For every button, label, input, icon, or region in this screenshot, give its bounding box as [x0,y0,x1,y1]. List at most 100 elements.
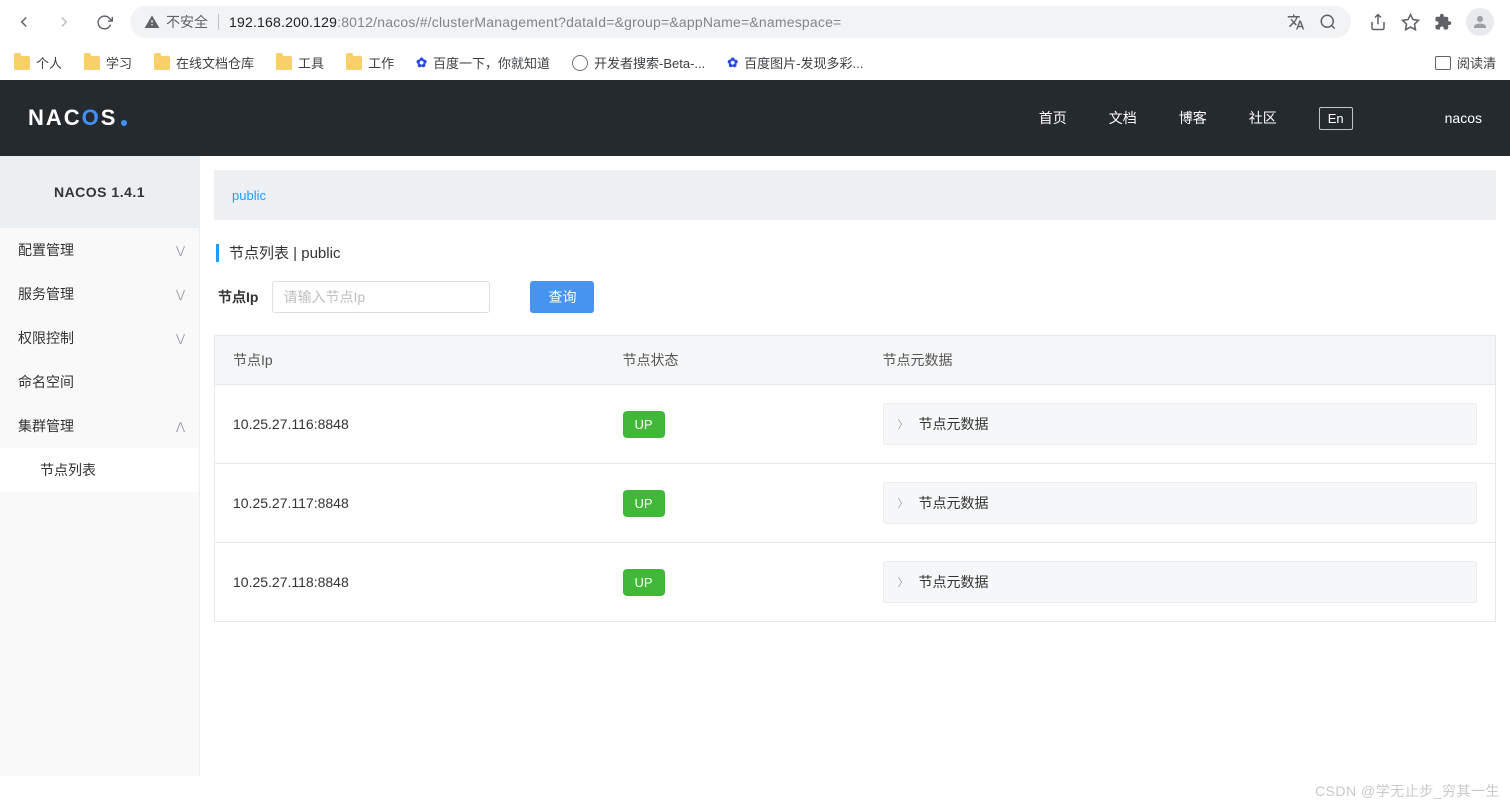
page-title: 节点列表 | public [229,242,340,263]
share-icon[interactable] [1369,13,1387,31]
translate-icon[interactable] [1287,13,1305,31]
bookmark-folder[interactable]: 学习 [84,53,132,72]
cell-status: UP [605,543,865,622]
address-bar[interactable]: 不安全 192.168.200.129:8012/nacos/#/cluster… [130,6,1351,38]
table-row: 10.25.27.116:8848 UP 〉 节点元数据 [215,385,1496,464]
meta-label: 节点元数据 [919,493,989,513]
search-row: 节点Ip 查询 [218,281,1496,313]
forward-button[interactable] [50,8,78,36]
back-button[interactable] [10,8,38,36]
logo[interactable]: NACOS [28,105,127,131]
cell-ip: 10.25.27.116:8848 [215,385,605,464]
folder-icon [14,56,30,70]
folder-icon [276,56,292,70]
list-icon [1435,56,1451,70]
nav-community[interactable]: 社区 [1249,108,1277,128]
node-ip-input[interactable] [272,281,490,313]
table-row: 10.25.27.117:8848 UP 〉 节点元数据 [215,464,1496,543]
bookmark-folder[interactable]: 工具 [276,53,324,72]
bookmark-link[interactable]: ✿百度一下，你就知道 [416,53,550,72]
sidebar-item-cluster[interactable]: 集群管理 ⋀ [0,404,199,448]
url-text: 192.168.200.129:8012/nacos/#/clusterMana… [229,14,841,30]
bookmark-link[interactable]: 开发者搜索-Beta-... [572,53,705,72]
chevron-down-icon: ⋁ [176,288,185,301]
node-table: 节点Ip 节点状态 节点元数据 10.25.27.116:8848 UP 〉 节… [214,335,1496,622]
meta-expand[interactable]: 〉 节点元数据 [883,482,1478,524]
content: public 节点列表 | public 节点Ip 查询 节点Ip 节点状态 节… [200,156,1510,776]
sidebar-item-service[interactable]: 服务管理 ⋁ [0,272,199,316]
th-ip: 节点Ip [215,336,605,385]
cell-meta: 〉 节点元数据 [865,385,1496,464]
bookmark-link[interactable]: ✿百度图片-发现多彩... [727,53,863,72]
status-badge: UP [623,569,665,596]
browser-toolbar: 不安全 192.168.200.129:8012/nacos/#/cluster… [0,0,1510,44]
namespace-tab-public[interactable]: public [232,188,266,203]
chevron-down-icon: ⋁ [176,244,185,257]
accent-bar-icon [216,244,219,262]
bookmark-folder[interactable]: 在线文档仓库 [154,53,254,72]
table-row: 10.25.27.118:8848 UP 〉 节点元数据 [215,543,1496,622]
extensions-icon[interactable] [1434,13,1452,31]
security-label: 不安全 [166,12,208,32]
sidebar-sub-label: 节点列表 [40,460,96,480]
chevron-down-icon: ⋁ [176,332,185,345]
page-header: 节点列表 | public [216,242,1494,263]
sidebar-item-label: 服务管理 [18,284,74,304]
chevron-up-icon: ⋀ [176,420,185,433]
cell-ip: 10.25.27.118:8848 [215,543,605,622]
sidebar-sub-nodelist[interactable]: 节点列表 [0,448,199,492]
reload-button[interactable] [90,8,118,36]
th-meta: 节点元数据 [865,336,1496,385]
sidebar-item-auth[interactable]: 权限控制 ⋁ [0,316,199,360]
sidebar-item-namespace[interactable]: 命名空间 [0,360,199,404]
reading-list[interactable]: 阅读清 [1435,53,1496,72]
nav-docs[interactable]: 文档 [1109,108,1137,128]
bookmark-bar: 个人 学习 在线文档仓库 工具 工作 ✿百度一下，你就知道 开发者搜索-Beta… [0,44,1510,80]
sidebar-item-label: 集群管理 [18,416,74,436]
paw-icon: ✿ [416,55,427,71]
th-status: 节点状态 [605,336,865,385]
logo-dot-icon [121,120,127,126]
watermark: CSDN @学无止步_穷其一生 [1315,781,1500,801]
bookmark-folder[interactable]: 个人 [14,53,62,72]
chevron-right-icon: 〉 [898,495,909,511]
profile-avatar[interactable] [1466,8,1494,36]
security-indicator[interactable]: 不安全 [144,12,208,32]
nav-blog[interactable]: 博客 [1179,108,1207,128]
zoom-icon[interactable] [1319,13,1337,31]
status-badge: UP [623,411,665,438]
folder-icon [84,56,100,70]
search-button[interactable]: 查询 [530,281,594,313]
nav-home[interactable]: 首页 [1039,108,1067,128]
status-badge: UP [623,490,665,517]
sidebar: NACOS 1.4.1 配置管理 ⋁ 服务管理 ⋁ 权限控制 ⋁ 命名空间 集群… [0,156,200,776]
bookmark-folder[interactable]: 工作 [346,53,394,72]
meta-expand[interactable]: 〉 节点元数据 [883,403,1478,445]
header-nav: 首页 文档 博客 社区 En nacos [1039,107,1482,130]
folder-icon [346,56,362,70]
warning-icon [144,14,160,30]
star-icon[interactable] [1401,13,1420,32]
sidebar-item-label: 权限控制 [18,328,74,348]
cell-ip: 10.25.27.117:8848 [215,464,605,543]
user-link[interactable]: nacos [1445,110,1482,126]
meta-label: 节点元数据 [919,572,989,592]
meta-expand[interactable]: 〉 节点元数据 [883,561,1478,603]
app-body: NACOS 1.4.1 配置管理 ⋁ 服务管理 ⋁ 权限控制 ⋁ 命名空间 集群… [0,156,1510,776]
cell-status: UP [605,464,865,543]
cell-meta: 〉 节点元数据 [865,464,1496,543]
sidebar-item-label: 配置管理 [18,240,74,260]
folder-icon [154,56,170,70]
paw-icon: ✿ [727,55,738,71]
separator [218,14,219,30]
globe-icon [572,55,588,71]
sidebar-item-label: 命名空间 [18,372,74,392]
cell-meta: 〉 节点元数据 [865,543,1496,622]
namespace-tabs: public [214,170,1496,220]
language-toggle[interactable]: En [1319,107,1353,130]
sidebar-item-config[interactable]: 配置管理 ⋁ [0,228,199,272]
cell-status: UP [605,385,865,464]
chevron-right-icon: 〉 [898,574,909,590]
sidebar-title: NACOS 1.4.1 [0,156,199,228]
app-header: NACOS 首页 文档 博客 社区 En nacos [0,80,1510,156]
